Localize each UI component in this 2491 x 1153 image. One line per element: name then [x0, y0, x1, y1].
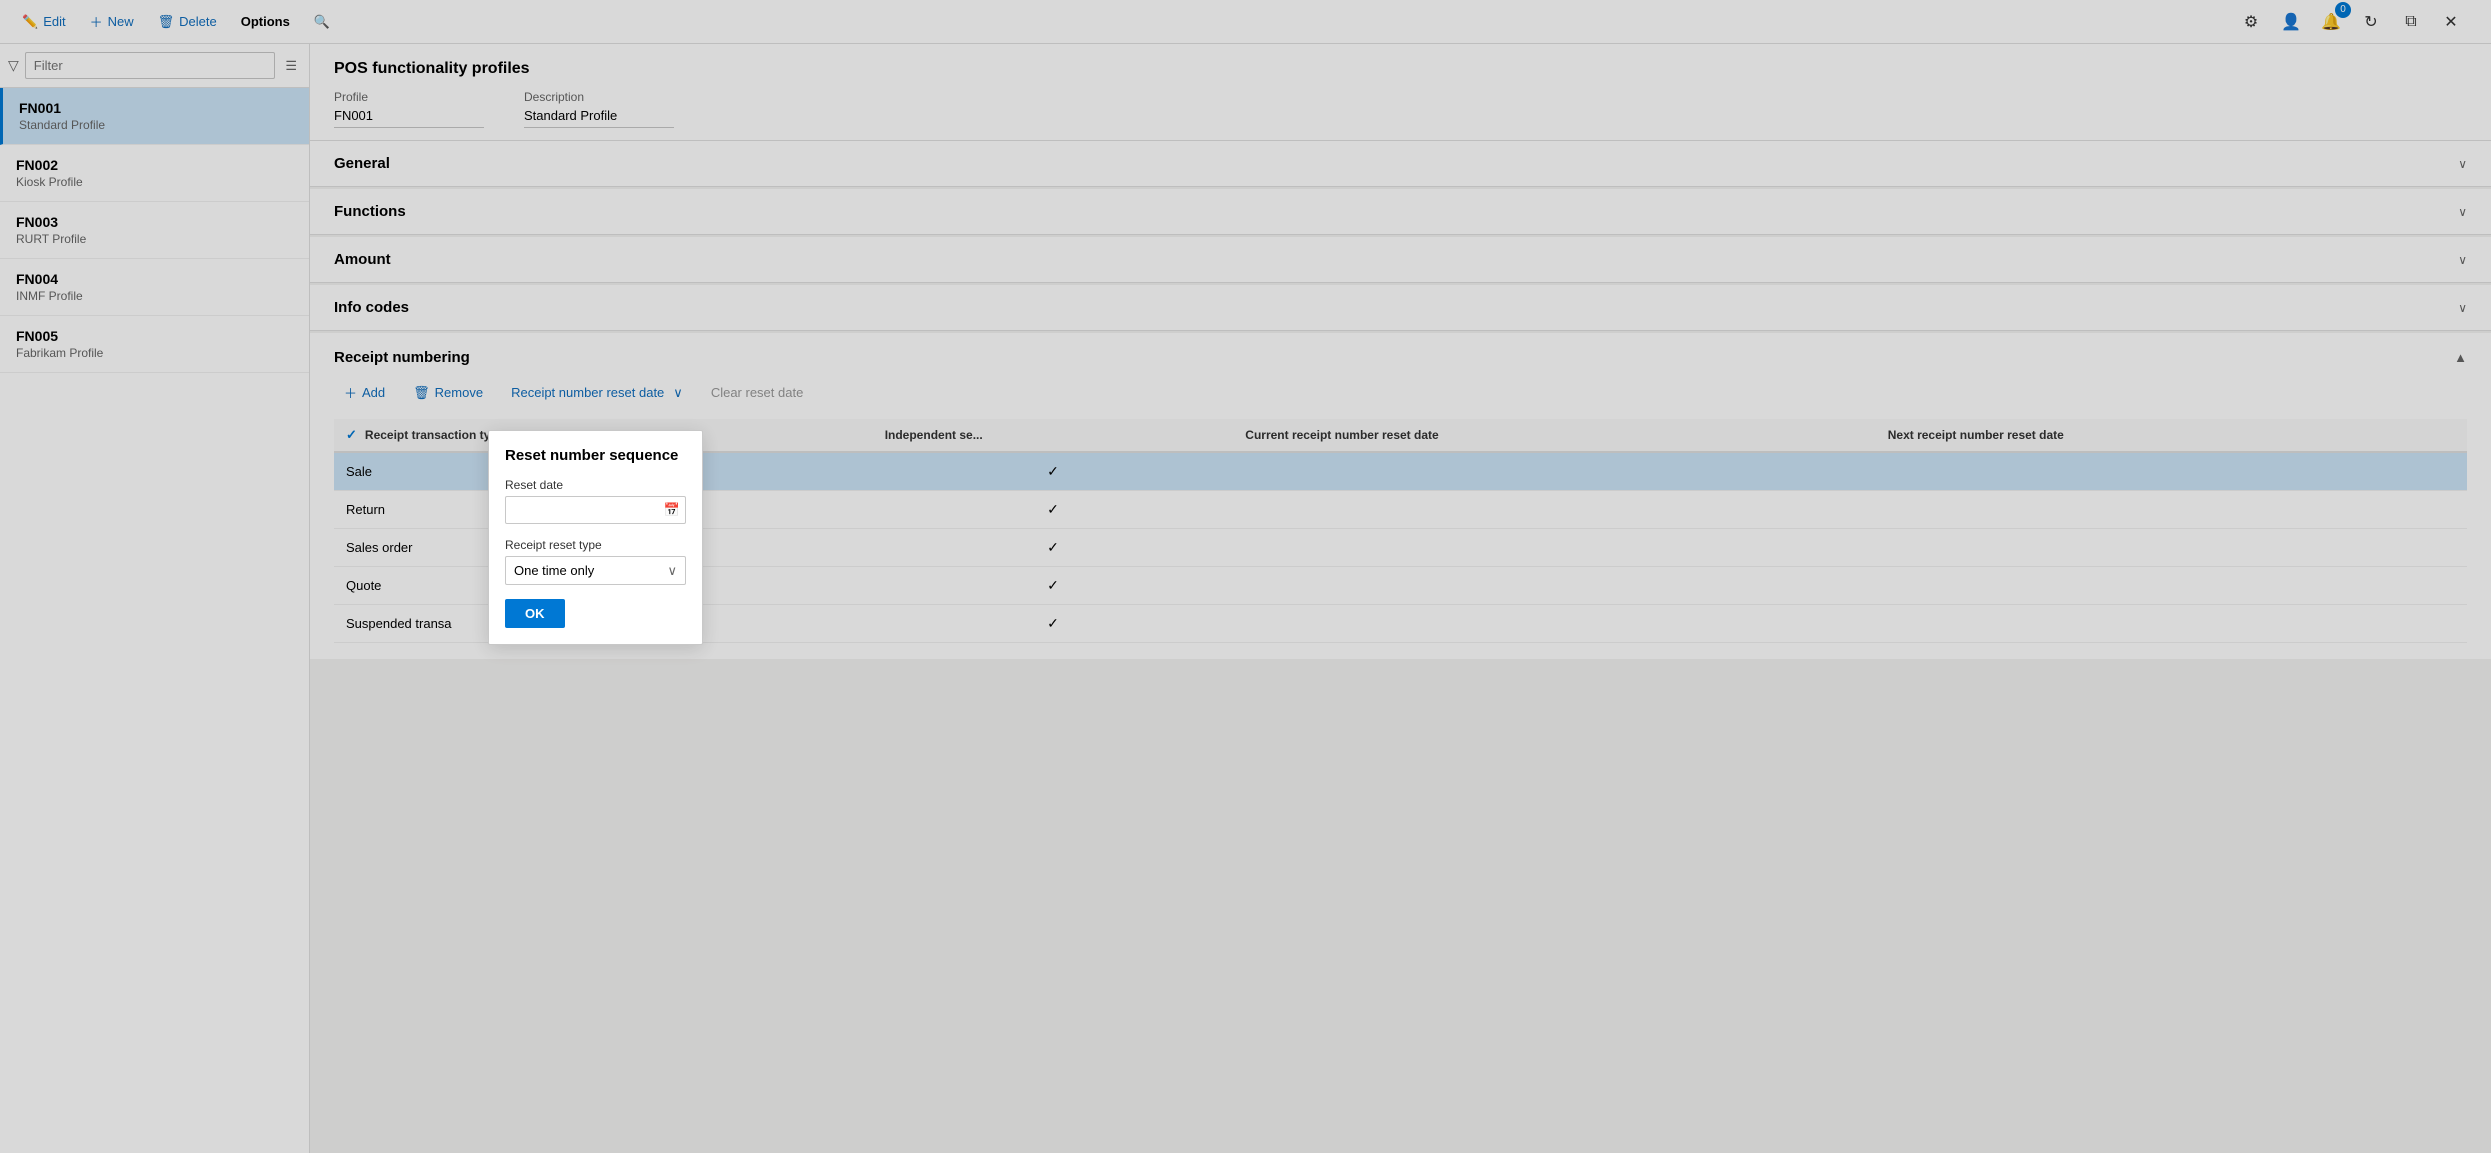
chevron-down-icon: ∨ [659, 558, 685, 584]
receipt-reset-type-label: Receipt reset type [505, 538, 686, 552]
dialog-overlay: Reset number sequence Reset date 📅 Recei… [0, 0, 2491, 1153]
dialog-title: Reset number sequence [505, 447, 686, 464]
ok-button[interactable]: OK [505, 599, 565, 628]
reset-date-field-label: Reset date [505, 478, 686, 492]
receipt-reset-type-select-wrapper: One time onlyDailyMonthlyYearly ∨ [505, 556, 686, 585]
calendar-icon[interactable]: 📅 [659, 497, 685, 523]
reset-date-input[interactable] [506, 498, 659, 523]
receipt-reset-type-select[interactable]: One time onlyDailyMonthlyYearly [506, 557, 659, 584]
reset-date-input-wrapper: 📅 [505, 496, 686, 524]
receipt-reset-type-field: Receipt reset type One time onlyDailyMon… [505, 538, 686, 585]
dialog-actions: OK [505, 599, 686, 628]
reset-date-field: Reset date 📅 [505, 478, 686, 524]
reset-number-dialog: Reset number sequence Reset date 📅 Recei… [488, 430, 703, 645]
